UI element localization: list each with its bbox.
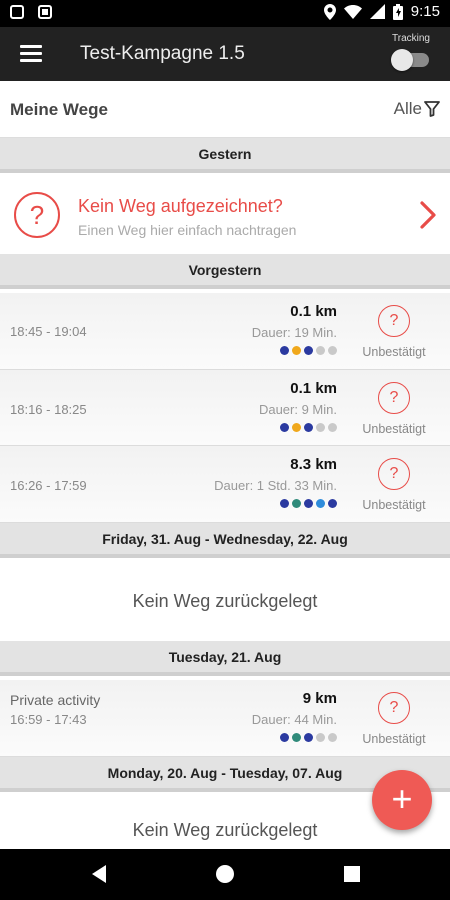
tracking-control: Tracking <box>386 33 436 71</box>
chevron-right-icon <box>420 201 436 229</box>
trip-row[interactable]: 18:16 - 18:25 0.1 km Dauer: 9 Min. ? Unb… <box>0 370 450 446</box>
mode-dots <box>280 423 337 432</box>
trip-status: Unbestätigt <box>362 422 426 436</box>
question-circle-icon: ? <box>378 305 410 337</box>
mode-dot <box>328 499 337 508</box>
status-bar: 9:15 <box>0 0 450 27</box>
trip-distance: 0.1 km <box>290 303 337 320</box>
empty-message: Kein Weg zurückgelegt <box>0 562 450 641</box>
signal-icon <box>369 4 385 19</box>
trip-time: 18:16 - 18:25 <box>10 402 87 417</box>
clock: 9:15 <box>410 3 440 20</box>
app-bar: Test-Kampagne 1.5 Tracking <box>0 27 450 81</box>
trip-duration: Dauer: 9 Min. <box>258 402 337 417</box>
mode-dot <box>292 733 301 742</box>
filter-button[interactable]: Alle <box>394 99 440 119</box>
section-header: Vorgestern <box>0 254 450 289</box>
mode-dot <box>292 499 301 508</box>
mode-dot <box>316 499 325 508</box>
question-circle-icon: ? <box>378 382 410 414</box>
trip-time: 16:59 - 17:43 <box>10 712 87 727</box>
system-nav-bar <box>0 849 450 900</box>
mode-dot <box>304 499 313 508</box>
question-circle-icon: ? <box>378 458 410 490</box>
trip-row[interactable]: 16:26 - 17:59 8.3 km Dauer: 1 Std. 33 Mi… <box>0 446 450 523</box>
trip-duration: Dauer: 1 Std. 33 Min. <box>214 478 337 493</box>
mode-dots <box>280 733 337 742</box>
tracking-toggle[interactable] <box>391 49 431 71</box>
trip-activity: Private activity <box>10 692 101 708</box>
section-header: Gestern <box>0 138 450 173</box>
trip-duration: Dauer: 19 Min. <box>251 325 337 340</box>
question-circle-icon: ? <box>14 192 60 238</box>
section-header: Friday, 31. Aug - Wednesday, 22. Aug <box>0 523 450 558</box>
recents-icon[interactable] <box>344 866 360 882</box>
page-title: Meine Wege <box>10 100 108 119</box>
tracking-label: Tracking <box>392 33 430 44</box>
mode-dot <box>316 733 325 742</box>
mode-dot <box>280 346 289 355</box>
mode-dot <box>316 346 325 355</box>
missing-way-subtitle: Einen Weg hier einfach nachtragen <box>78 222 297 238</box>
missing-way-title: Kein Weg aufgezeichnet? <box>78 196 283 216</box>
home-icon[interactable] <box>215 864 235 884</box>
mode-dot <box>280 499 289 508</box>
mode-dot <box>328 423 337 432</box>
sd-card-icon <box>38 5 52 19</box>
trip-distance: 0.1 km <box>290 380 337 397</box>
mode-dot <box>280 733 289 742</box>
battery-icon <box>392 3 403 20</box>
trip-status: Unbestätigt <box>362 345 426 359</box>
mode-dot <box>292 346 301 355</box>
list-header: Meine Wege Alle <box>0 81 450 138</box>
hamburger-icon[interactable] <box>20 45 42 63</box>
trip-status: Unbestätigt <box>362 732 426 746</box>
mode-dot <box>304 346 313 355</box>
question-circle-icon: ? <box>378 692 410 724</box>
trip-distance: 9 km <box>302 690 337 707</box>
plus-icon: + <box>391 778 413 819</box>
add-missing-way[interactable]: ? Kein Weg aufgezeichnet? Einen Weg hier… <box>0 176 450 254</box>
section-header: Tuesday, 21. Aug <box>0 641 450 676</box>
mode-dots <box>280 499 337 508</box>
trip-time: 16:26 - 17:59 <box>10 478 87 493</box>
mode-dots <box>280 346 337 355</box>
trip-time: 18:45 - 19:04 <box>10 324 87 339</box>
mode-dot <box>292 423 301 432</box>
mode-dot <box>304 733 313 742</box>
square-icon <box>10 5 24 19</box>
trip-duration: Dauer: 44 Min. <box>251 712 337 727</box>
location-icon <box>323 3 336 20</box>
app-title: Test-Kampagne 1.5 <box>80 43 245 64</box>
trip-row[interactable]: Private activity 16:59 - 17:43 9 km Daue… <box>0 680 450 757</box>
mode-dot <box>328 733 337 742</box>
filter-label: Alle <box>393 99 422 118</box>
mode-dot <box>328 346 337 355</box>
mode-dot <box>316 423 325 432</box>
trip-row[interactable]: 18:45 - 19:04 0.1 km Dauer: 19 Min. ? Un… <box>0 293 450 370</box>
mode-dot <box>280 423 289 432</box>
back-icon[interactable] <box>90 864 108 884</box>
trip-distance: 8.3 km <box>290 456 337 473</box>
add-trip-button[interactable]: + <box>372 770 432 830</box>
wifi-icon <box>343 4 362 19</box>
mode-dot <box>304 423 313 432</box>
trip-status: Unbestätigt <box>362 498 426 512</box>
filter-icon <box>424 101 440 117</box>
